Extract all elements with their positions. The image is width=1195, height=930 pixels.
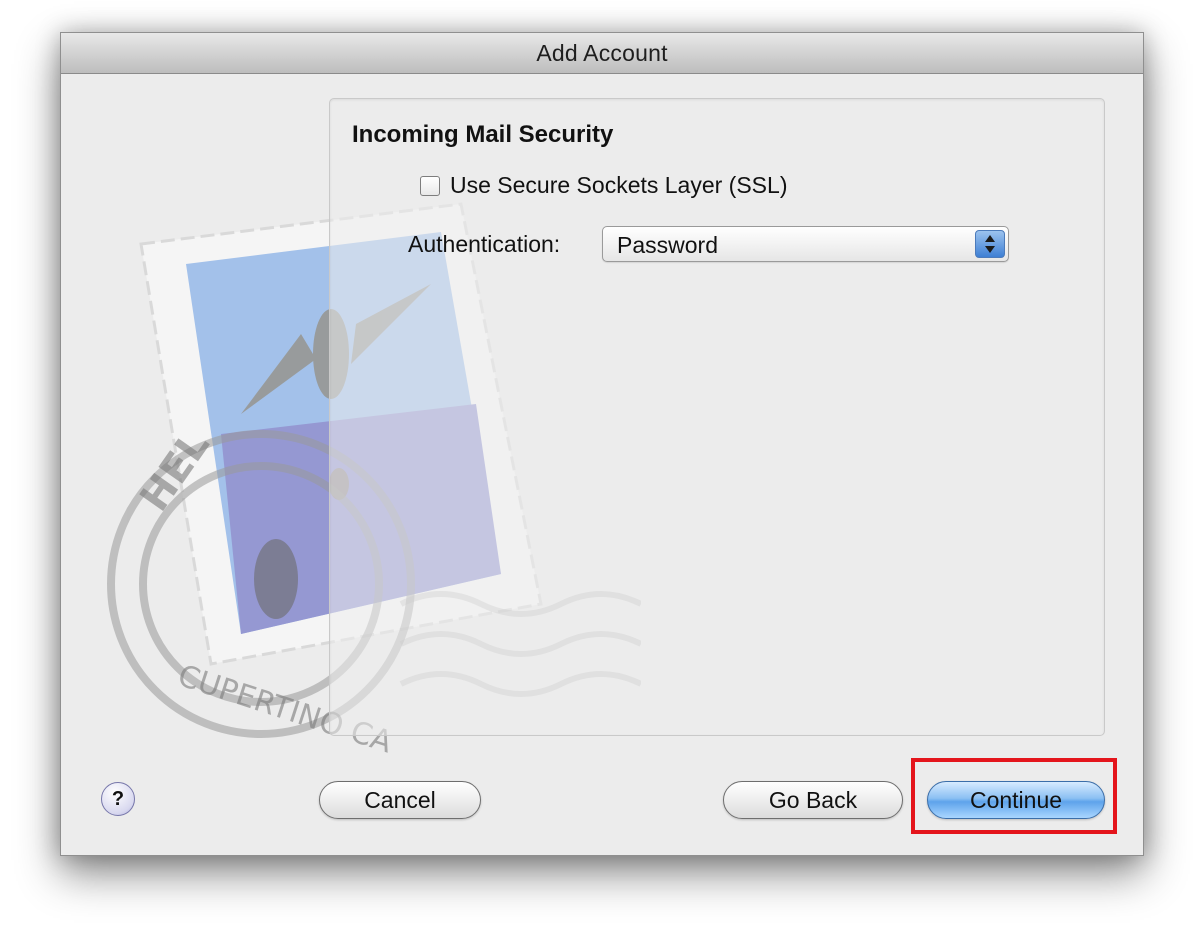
authentication-value: Password: [617, 232, 718, 258]
ssl-checkbox-row[interactable]: Use Secure Sockets Layer (SSL): [420, 172, 787, 199]
authentication-popup[interactable]: Password: [602, 226, 1009, 262]
panel-heading: Incoming Mail Security: [352, 121, 614, 148]
ssl-checkbox[interactable]: [420, 175, 440, 196]
updown-arrows-icon: [975, 230, 1005, 258]
window-title: Add Account: [536, 39, 668, 66]
ssl-checkbox-label[interactable]: Use Secure Sockets Layer (SSL): [450, 172, 787, 199]
continue-button[interactable]: Continue: [927, 781, 1105, 819]
add-account-window: Add Account HEL CUPERTINO CA Incoming Ma…: [60, 32, 1144, 856]
settings-panel: Incoming Mail Security Use Secure Socket…: [329, 98, 1105, 736]
stage: Add Account HEL CUPERTINO CA Incoming Ma…: [0, 0, 1195, 930]
cancel-button[interactable]: Cancel: [319, 781, 481, 819]
go-back-button[interactable]: Go Back: [723, 781, 903, 819]
help-icon[interactable]: ?: [101, 782, 135, 816]
authentication-label: Authentication:: [408, 231, 561, 257]
window-titlebar[interactable]: Add Account: [61, 33, 1143, 74]
window-content: HEL CUPERTINO CA Incoming Mail Security …: [61, 74, 1143, 855]
